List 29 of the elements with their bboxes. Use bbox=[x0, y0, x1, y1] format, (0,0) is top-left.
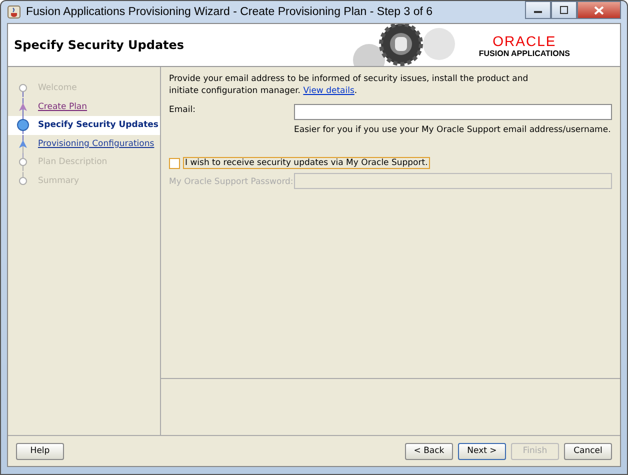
close-icon bbox=[594, 6, 604, 14]
step-item[interactable]: Create Plan bbox=[8, 98, 160, 116]
close-button[interactable] bbox=[577, 1, 621, 19]
java-cup-icon bbox=[7, 5, 21, 19]
email-field[interactable] bbox=[294, 104, 612, 120]
page-title: Specify Security Updates bbox=[14, 38, 186, 52]
step-item[interactable]: Provisioning Configurations bbox=[8, 134, 160, 153]
maximize-button[interactable] bbox=[551, 1, 577, 19]
wizard-button[interactable]: Cancel bbox=[564, 442, 612, 460]
step-node-icon bbox=[16, 116, 30, 134]
email-label: Email: bbox=[169, 104, 196, 115]
logo-subtitle: FUSION APPLICATIONS bbox=[478, 48, 570, 58]
checkbox[interactable] bbox=[169, 158, 180, 168]
help-button[interactable]: Help bbox=[16, 442, 64, 460]
step-item: Specify Security Updates bbox=[8, 116, 160, 134]
wizard-button[interactable]: Next > bbox=[458, 442, 506, 460]
email-hint: Easier for you if you use your My Oracle Support email address/username. bbox=[294, 125, 612, 135]
maximize-icon bbox=[559, 6, 569, 14]
oracle-logo: ORACLE bbox=[492, 32, 556, 48]
step-node-icon bbox=[16, 98, 30, 116]
step-node-icon bbox=[16, 153, 30, 172]
step-node-icon bbox=[16, 134, 30, 153]
view-details-link[interactable]: View details bbox=[303, 86, 354, 96]
password-label: My Oracle Support Password: bbox=[169, 176, 294, 186]
window-title: Fusion Applications Provisioning Wizard - Create Provisioning Plan - Step 3 of 6 bbox=[26, 6, 433, 18]
minimize-button[interactable] bbox=[525, 1, 551, 19]
intro-text: Provide your email address to be informed of security issues, install the product and initiate configuration manager. View details. bbox=[169, 73, 530, 97]
checkbox-label[interactable]: I wish to receive security updates via My Oracle Support. bbox=[183, 157, 430, 169]
wizard-button[interactable]: < Back bbox=[405, 442, 453, 460]
